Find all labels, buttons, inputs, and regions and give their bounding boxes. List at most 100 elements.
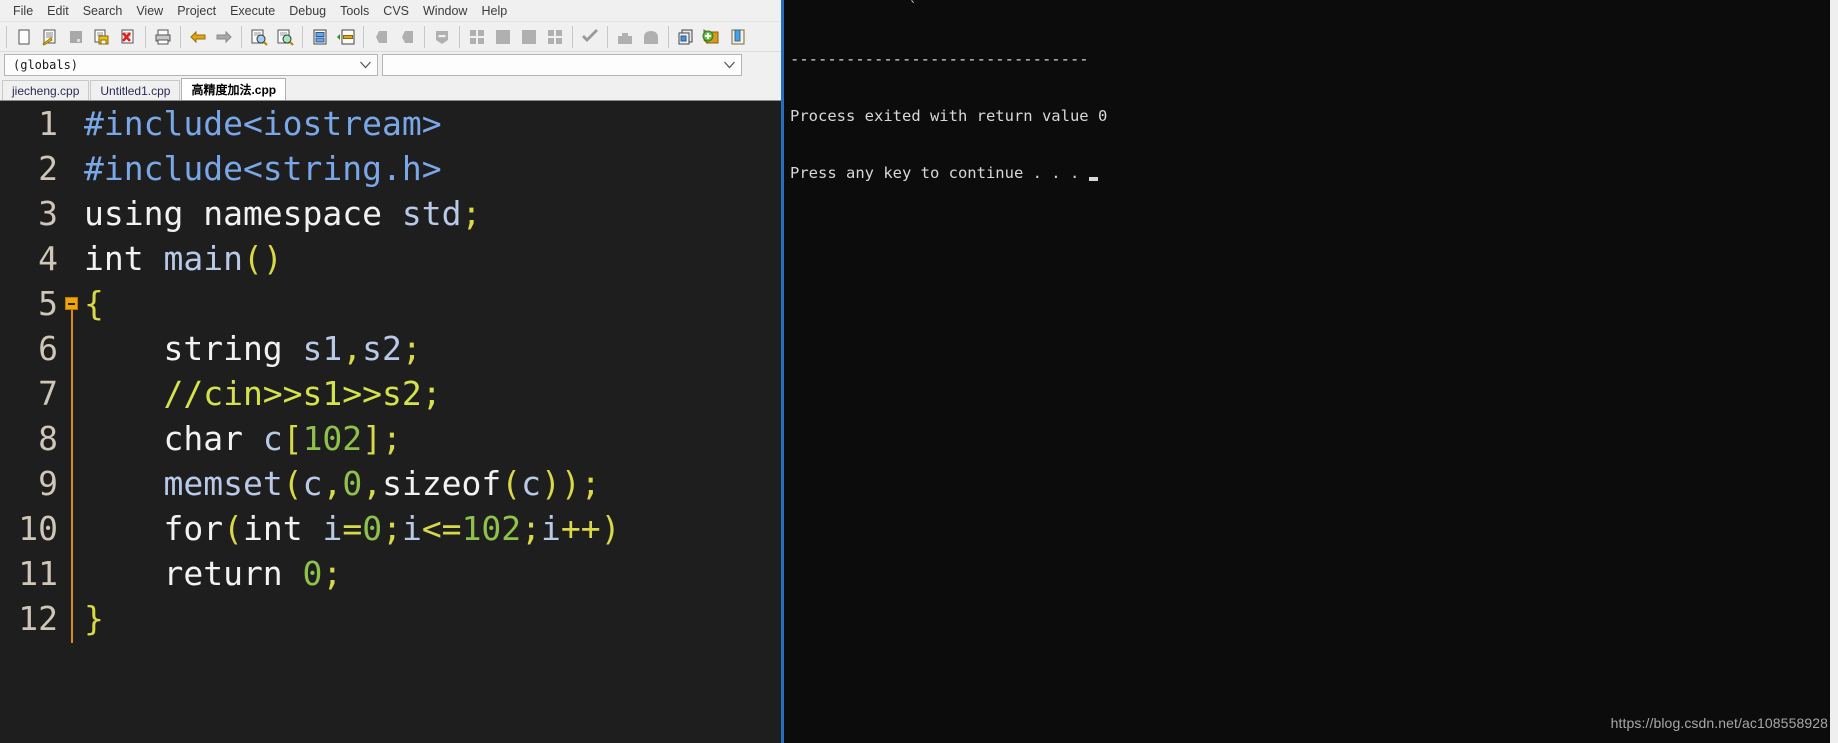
toolbar-group-print (150, 22, 176, 51)
program-output-console[interactable]: ` -------------------------------- Proce… (781, 0, 1838, 743)
code-token: ; (580, 464, 601, 503)
goto-function-icon[interactable] (333, 24, 359, 50)
code-line[interactable]: } (84, 596, 781, 641)
code-token: for (84, 509, 224, 548)
project-manager-icon[interactable] (725, 24, 751, 50)
goto-line-icon[interactable] (307, 24, 333, 50)
code-token: { (84, 284, 104, 323)
syntax-check-icon[interactable] (577, 24, 603, 50)
code-line[interactable]: #include<string.h> (84, 146, 781, 191)
build-options-icon[interactable] (542, 24, 568, 50)
code-line[interactable]: //cin>>s1>>s2; (84, 371, 781, 416)
code-folding-column[interactable] (62, 101, 80, 743)
build-icon[interactable] (516, 24, 542, 50)
toolbar-separator (241, 25, 242, 48)
editor-tab-active[interactable]: 高精度加法.cpp (181, 78, 287, 100)
code-token: string (84, 329, 303, 368)
console-exit-line: Process exited with return value 0 (790, 107, 1108, 125)
code-token: ; (382, 419, 402, 458)
code-token: i (401, 509, 422, 548)
code-token: sizeof (382, 464, 502, 503)
code-line[interactable]: #include<iostream> (84, 101, 781, 146)
profile-icon[interactable] (638, 24, 664, 50)
scope-combo[interactable]: (globals) (4, 54, 378, 76)
symbol-combo[interactable] (382, 54, 742, 76)
save-all-icon[interactable] (89, 24, 115, 50)
new-file-icon[interactable] (11, 24, 37, 50)
menu-view[interactable]: View (129, 1, 170, 21)
compile-icon[interactable] (368, 24, 394, 50)
code-token: ] (362, 419, 383, 458)
line-number: 5 (38, 284, 58, 323)
fold-collapse-icon[interactable] (65, 297, 78, 310)
code-token: ; (401, 329, 422, 368)
menu-help[interactable]: Help (474, 1, 514, 21)
menu-cvs[interactable]: CVS (376, 1, 416, 21)
code-line[interactable]: return 0; (84, 551, 781, 596)
editor-tab[interactable]: Untitled1.cpp (90, 80, 181, 100)
toolbar-group-stop (429, 22, 455, 51)
line-number-gutter: 1 2 3 4 5 6 7 8 9 10 11 12 (0, 101, 62, 743)
menu-edit[interactable]: Edit (40, 1, 76, 21)
menu-file[interactable]: File (6, 1, 40, 21)
toolbar-separator (607, 25, 608, 48)
menu-search[interactable]: Search (76, 1, 130, 21)
run-icon[interactable] (394, 24, 420, 50)
chevron-down-icon (360, 61, 371, 69)
toolbar-separator (180, 25, 181, 48)
redo-icon[interactable] (211, 24, 237, 50)
editor-tab[interactable]: jiecheng.cpp (2, 80, 90, 100)
line-number: 1 (38, 104, 58, 143)
screen-root: File Edit Search View Project Execute Debug Too… (0, 0, 1838, 743)
menu-project[interactable]: Project (170, 1, 223, 21)
toolbar-separator (6, 25, 7, 48)
menu-window[interactable]: Window (416, 1, 474, 21)
rebuild-all-icon[interactable] (490, 24, 516, 50)
code-token: c (521, 464, 542, 503)
add-to-project-icon[interactable] (699, 24, 725, 50)
code-token: int (84, 239, 164, 278)
menu-execute[interactable]: Execute (223, 1, 282, 21)
code-token: <= (421, 509, 462, 548)
code-line[interactable]: { (84, 281, 781, 326)
undo-icon[interactable] (185, 24, 211, 50)
code-line[interactable]: char c[102]; (84, 416, 781, 461)
toolbar-group-rebuild (464, 22, 568, 51)
toolbar-separator (145, 25, 146, 48)
toolbar-group-build (368, 22, 420, 51)
save-file-icon[interactable] (63, 24, 89, 50)
code-token: , (362, 464, 383, 503)
code-token: } (84, 599, 104, 638)
toolbar-group-edit (185, 22, 237, 51)
code-token: ( (501, 464, 522, 503)
close-file-icon[interactable] (115, 24, 141, 50)
open-file-icon[interactable] (37, 24, 63, 50)
code-line[interactable]: int main() (84, 236, 781, 281)
menu-debug[interactable]: Debug (282, 1, 333, 21)
replace-icon[interactable] (272, 24, 298, 50)
toolbar-group-search (246, 22, 298, 51)
compile-and-run-icon[interactable] (464, 24, 490, 50)
code-text-area[interactable]: #include<iostream> #include<string.h> usin… (80, 101, 781, 743)
line-number: 12 (18, 599, 58, 638)
stop-execution-icon[interactable] (429, 24, 455, 50)
chevron-down-icon (724, 61, 735, 69)
code-line[interactable]: for(int i=0;i<=102;i++) (84, 506, 781, 551)
toolbar-group-syntax (577, 22, 603, 51)
code-token: ++ (560, 509, 601, 548)
find-icon[interactable] (246, 24, 272, 50)
code-line[interactable]: string s1,s2; (84, 326, 781, 371)
toolbar-separator (668, 25, 669, 48)
code-token: c (262, 419, 283, 458)
print-icon[interactable] (150, 24, 176, 50)
debug-icon[interactable] (612, 24, 638, 50)
code-line[interactable]: memset(c,0,sizeof(c)); (84, 461, 781, 506)
menu-tools[interactable]: Tools (333, 1, 376, 21)
code-line[interactable]: using namespace std; (84, 191, 781, 236)
line-number: 11 (18, 554, 58, 593)
toolbar-separator (302, 25, 303, 48)
code-editor[interactable]: 1 2 3 4 5 6 7 8 9 10 11 12 #include<iostream> #inclu… (0, 100, 781, 743)
new-project-icon[interactable] (673, 24, 699, 50)
line-number: 3 (38, 194, 58, 233)
